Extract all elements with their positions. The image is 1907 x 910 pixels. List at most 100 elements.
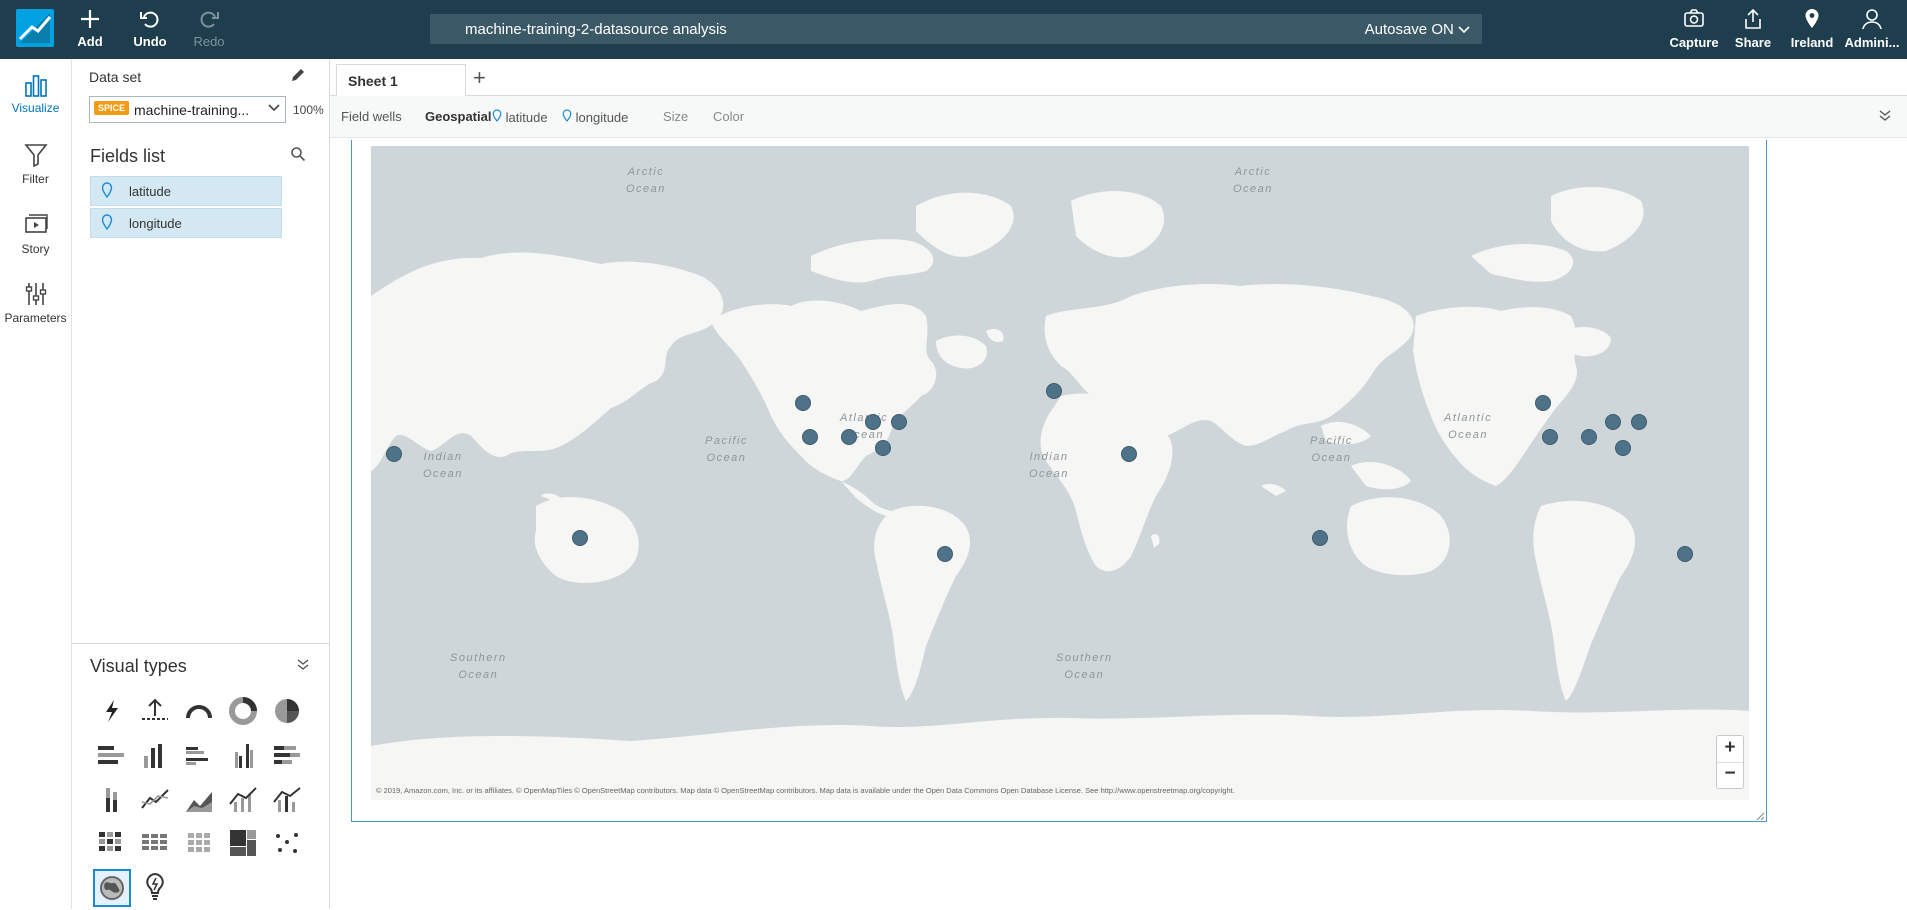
ocean-label-indian: Indian Ocean [423, 449, 463, 483]
pivot-table-icon[interactable] [138, 826, 172, 860]
kpi-icon[interactable] [138, 694, 172, 728]
autosave-label: Autosave ON [1364, 21, 1454, 38]
vertical-bar-icon[interactable] [138, 738, 172, 772]
add-sheet-icon[interactable]: + [473, 65, 486, 91]
undo-label: Undo [133, 34, 167, 49]
undo-icon [120, 8, 180, 34]
field-latitude[interactable]: latitude [90, 176, 282, 206]
capture-button[interactable]: Capture [1668, 8, 1720, 50]
map-point[interactable] [1046, 383, 1062, 399]
map-point[interactable] [1615, 440, 1631, 456]
location-pin-icon [1786, 8, 1838, 35]
rail-story[interactable]: Story [0, 212, 71, 256]
clustered-column-icon[interactable] [226, 738, 260, 772]
quicksight-logo-icon[interactable] [16, 9, 54, 47]
share-button[interactable]: Share [1728, 8, 1778, 50]
ocean-label-arctic: Arctic Ocean [626, 164, 666, 198]
donut-chart-icon[interactable] [226, 694, 260, 728]
resize-handle-icon[interactable] [1756, 808, 1765, 826]
tree-map-icon[interactable] [226, 826, 260, 860]
bar-chart-icon [0, 71, 71, 101]
combo-stacked-icon[interactable] [270, 782, 304, 816]
geospatial-map-icon[interactable] [93, 869, 131, 907]
chevron-down-icon[interactable] [296, 657, 310, 676]
stacked-bar-icon[interactable] [270, 738, 304, 772]
ocean-label-pacific-east: Pacific Ocean [1310, 433, 1353, 467]
pie-chart-icon[interactable] [270, 694, 304, 728]
ocean-label-pacific: Pacific Ocean [705, 433, 748, 467]
insight-lightbulb-icon[interactable] [138, 870, 172, 904]
expand-wells-icon[interactable] [1878, 108, 1892, 127]
zoom-in-button[interactable]: + [1717, 736, 1743, 763]
heat-map-icon[interactable] [94, 826, 128, 860]
stacked-column-icon[interactable] [94, 782, 128, 816]
map-point[interactable] [937, 546, 953, 562]
geo-pin-icon [101, 182, 113, 203]
map-point[interactable] [891, 414, 907, 430]
map-point[interactable] [1631, 414, 1647, 430]
map-point[interactable] [841, 429, 857, 445]
user-label: Admini... [1844, 35, 1900, 50]
horizontal-bar-icon[interactable] [94, 738, 128, 772]
rail-parameters[interactable]: Parameters [0, 281, 71, 325]
rail-parameters-label: Parameters [4, 311, 67, 325]
map-point[interactable] [1677, 546, 1693, 562]
latitude-well[interactable]: latitude [492, 109, 548, 125]
edit-dataset-icon[interactable] [290, 67, 306, 88]
color-well[interactable]: Color [713, 109, 744, 124]
ocean-label-line: Ocean [1311, 452, 1352, 464]
field-longitude-label: longitude [129, 216, 182, 231]
chevron-down-icon [267, 101, 281, 120]
zoom-out-button[interactable]: − [1717, 762, 1743, 788]
map-point[interactable] [1535, 395, 1551, 411]
map-point[interactable] [572, 530, 588, 546]
add-button[interactable]: Add [60, 8, 120, 49]
ocean-label-line: Ocean [1448, 429, 1488, 441]
gauge-icon[interactable] [182, 694, 216, 728]
map-point[interactable] [1312, 530, 1328, 546]
region-button[interactable]: Ireland [1786, 8, 1838, 50]
combo-chart-icon[interactable] [226, 782, 260, 816]
map-point[interactable] [386, 446, 402, 462]
clustered-bar-icon[interactable] [182, 738, 216, 772]
map-point[interactable] [1121, 446, 1137, 462]
size-well[interactable]: Size [663, 109, 688, 124]
area-chart-icon[interactable] [182, 782, 216, 816]
rail-filter[interactable]: Filter [0, 142, 71, 186]
dataset-selector[interactable]: SPICE machine-training... [89, 96, 286, 123]
tab-sheet-1-label: Sheet 1 [348, 73, 398, 89]
map-point[interactable] [1581, 429, 1597, 445]
rail-story-label: Story [21, 242, 50, 256]
line-chart-icon[interactable] [138, 782, 172, 816]
rail-visualize-label: Visualize [11, 101, 60, 115]
undo-button[interactable]: Undo [120, 8, 180, 49]
map-point[interactable] [875, 440, 891, 456]
capture-label: Capture [1669, 35, 1719, 50]
user-menu-button[interactable]: Admini... [1844, 8, 1900, 50]
tab-sheet-1[interactable]: Sheet 1 [336, 64, 466, 96]
analysis-title[interactable]: machine-training-2-datasource analysis [465, 21, 727, 38]
autosave-dropdown[interactable]: Autosave ON [1365, 21, 1470, 38]
map-point[interactable] [1542, 429, 1558, 445]
search-icon[interactable] [290, 146, 306, 167]
table-icon[interactable] [182, 826, 216, 860]
map-point[interactable] [1605, 414, 1621, 430]
rail-visualize[interactable]: Visualize [0, 71, 71, 115]
map-point[interactable] [795, 395, 811, 411]
story-icon [0, 212, 71, 242]
dataset-label: Data set [89, 69, 142, 85]
ocean-label-line: Ocean [1029, 468, 1069, 480]
map-point[interactable] [865, 414, 881, 430]
world-map[interactable]: Arctic Ocean Arctic Ocean Atlantic Ocean At… [371, 146, 1749, 800]
field-wells-label[interactable]: Field wells [341, 109, 402, 124]
analysis-title-field[interactable]: machine-training-2-datasource analysis A… [430, 14, 1482, 44]
autograph-icon[interactable] [94, 694, 128, 728]
visual-types-title: Visual types [90, 656, 187, 676]
top-navigation-bar: Add Undo Redo machine-training-2-datasou… [0, 0, 1907, 59]
map-point[interactable] [802, 429, 818, 445]
field-longitude[interactable]: longitude [90, 208, 282, 238]
ocean-label-line: Atlantic [1444, 412, 1493, 424]
scatter-plot-icon[interactable] [270, 826, 304, 860]
redo-button[interactable]: Redo [179, 8, 239, 49]
longitude-well[interactable]: longitude [562, 109, 628, 125]
